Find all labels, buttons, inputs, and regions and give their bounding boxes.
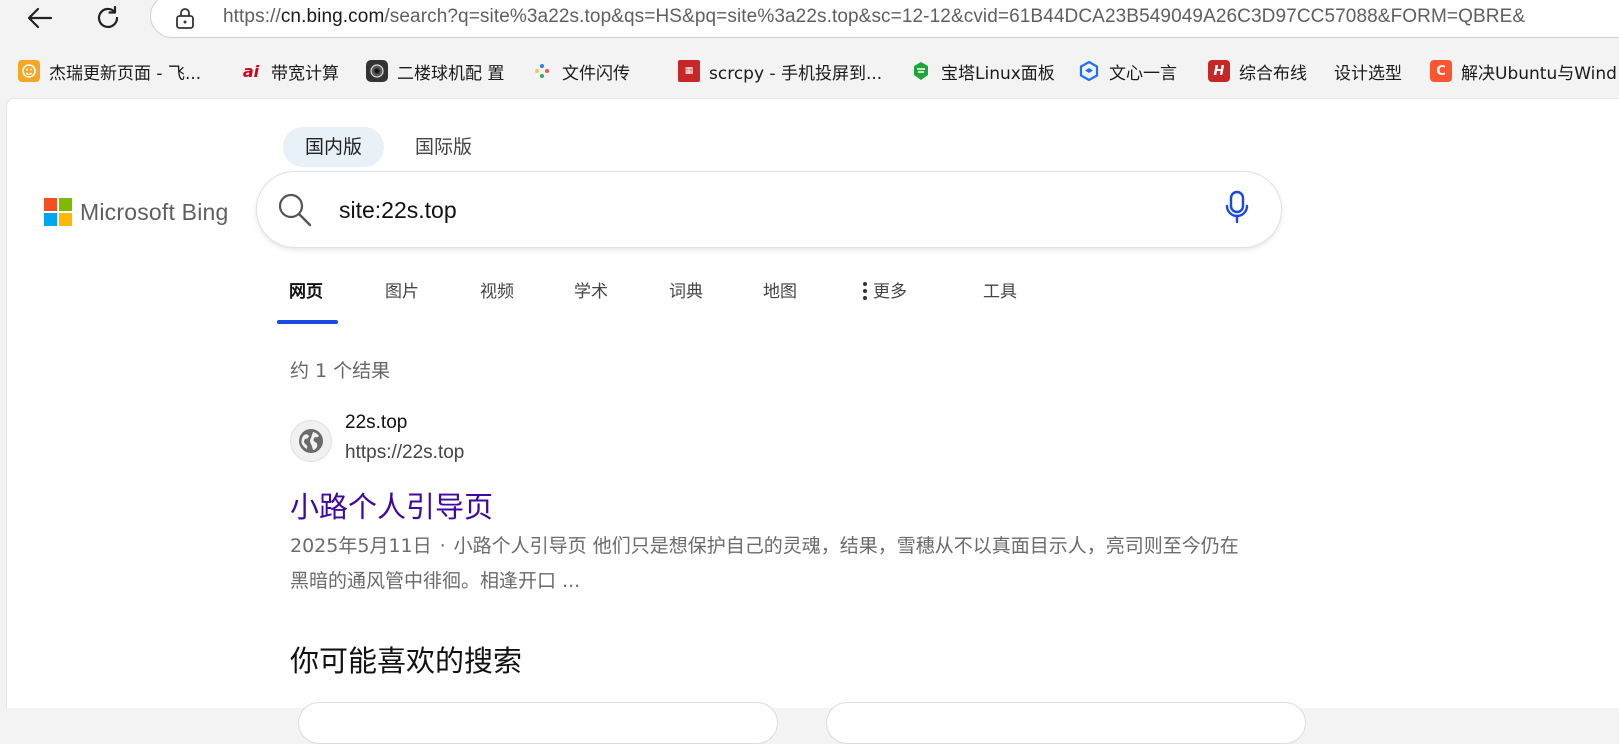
scope-tab-domestic[interactable]: 国内版 (283, 127, 385, 167)
microsoft-logo-icon (44, 198, 72, 226)
seal-icon: ▦ (678, 60, 700, 82)
search-box (257, 172, 1281, 247)
tab-academic[interactable]: 学术 (574, 276, 608, 322)
tab-web[interactable]: 网页 (277, 276, 338, 324)
more-vertical-icon (863, 281, 867, 300)
microphone-icon[interactable] (1225, 190, 1249, 226)
pagoda-icon (910, 60, 932, 82)
active-tab-indicator (277, 320, 338, 324)
reload-icon (97, 5, 119, 28)
bookmark-item[interactable]: ai 带宽计算 (240, 56, 339, 86)
bookmark-item[interactable]: 二楼球机配 置 (366, 56, 504, 86)
brand-name: Microsoft Bing (80, 198, 229, 225)
search-input[interactable] (337, 189, 1161, 231)
c-letter-icon: C (1430, 60, 1452, 82)
browser-toolbar: https://cn.bing.com/search?q=site%3a22s.… (0, 0, 1619, 40)
address-bar[interactable]: https://cn.bing.com/search?q=site%3a22s.… (150, 0, 1619, 38)
tab-images[interactable]: 图片 (385, 276, 419, 322)
tab-maps[interactable]: 地图 (763, 276, 797, 322)
globe-icon[interactable] (290, 420, 332, 462)
bookmark-item[interactable]: 杰瑞更新页面 - 飞... (18, 56, 201, 86)
bookmark-item[interactable]: ▦ scrcpy - 手机投屏到... (678, 56, 882, 86)
brand-logo-icon: ai (242, 61, 260, 81)
tab-tools[interactable]: 工具 (983, 276, 1017, 322)
lock-icon[interactable] (175, 7, 195, 29)
url-text[interactable]: https://cn.bing.com/search?q=site%3a22s.… (223, 6, 1525, 28)
bookmark-item[interactable]: C 解决Ubuntu与Wind (1430, 56, 1617, 86)
snippet-text: 小路个人引导页 他们只是想保护自己的灵魂，结果，雪穗从不以真面目示人，亮司则至今… (290, 535, 1239, 592)
related-search-card[interactable] (826, 702, 1306, 744)
tab-more[interactable]: 更多 (863, 276, 907, 322)
back-arrow-icon (27, 7, 53, 29)
bookmark-item[interactable]: 宝塔Linux面板 (910, 56, 1055, 86)
search-icon[interactable] (277, 192, 313, 228)
bookmark-item[interactable]: 设计选型 (1334, 56, 1402, 86)
result-date: 2025年5月11日 (290, 535, 432, 557)
pinwheel-icon (531, 60, 553, 82)
browser-chrome: https://cn.bing.com/search?q=site%3a22s.… (0, 0, 1619, 100)
result-site-name[interactable]: 22s.top (345, 412, 407, 434)
bookmark-item[interactable]: 文件闪传 (531, 56, 630, 86)
separator: · (439, 535, 446, 557)
bookmarks-bar: 杰瑞更新页面 - 飞... ai 带宽计算 二楼球机配 置 文件闪传 ▦ scr… (0, 52, 1619, 92)
h-letter-icon: H (1208, 60, 1230, 82)
result-count: 约 1 个结果 (290, 360, 391, 382)
related-search-card[interactable] (298, 702, 778, 744)
bookmark-item[interactable]: H 综合布线 (1208, 56, 1307, 86)
bing-logo[interactable]: Microsoft Bing (44, 197, 229, 227)
app-icon (18, 60, 40, 82)
result-snippet: 2025年5月11日 · 小路个人引导页 他们只是想保护自己的灵魂，结果，雪穗从不以… (290, 529, 1250, 599)
tab-dictionary[interactable]: 词典 (669, 276, 703, 322)
tab-videos[interactable]: 视频 (480, 276, 514, 322)
back-button[interactable] (22, 2, 58, 34)
result-site-url[interactable]: https://22s.top (345, 442, 464, 464)
camera-icon (366, 60, 388, 82)
result-title-link[interactable]: 小路个人引导页 (290, 484, 493, 526)
cube-icon (1078, 60, 1100, 82)
reload-button[interactable] (90, 2, 126, 34)
bookmark-item[interactable]: 文心一言 (1078, 56, 1177, 86)
scope-tab-international[interactable]: 国际版 (393, 127, 494, 167)
related-searches-heading: 你可能喜欢的搜索 (290, 644, 523, 678)
